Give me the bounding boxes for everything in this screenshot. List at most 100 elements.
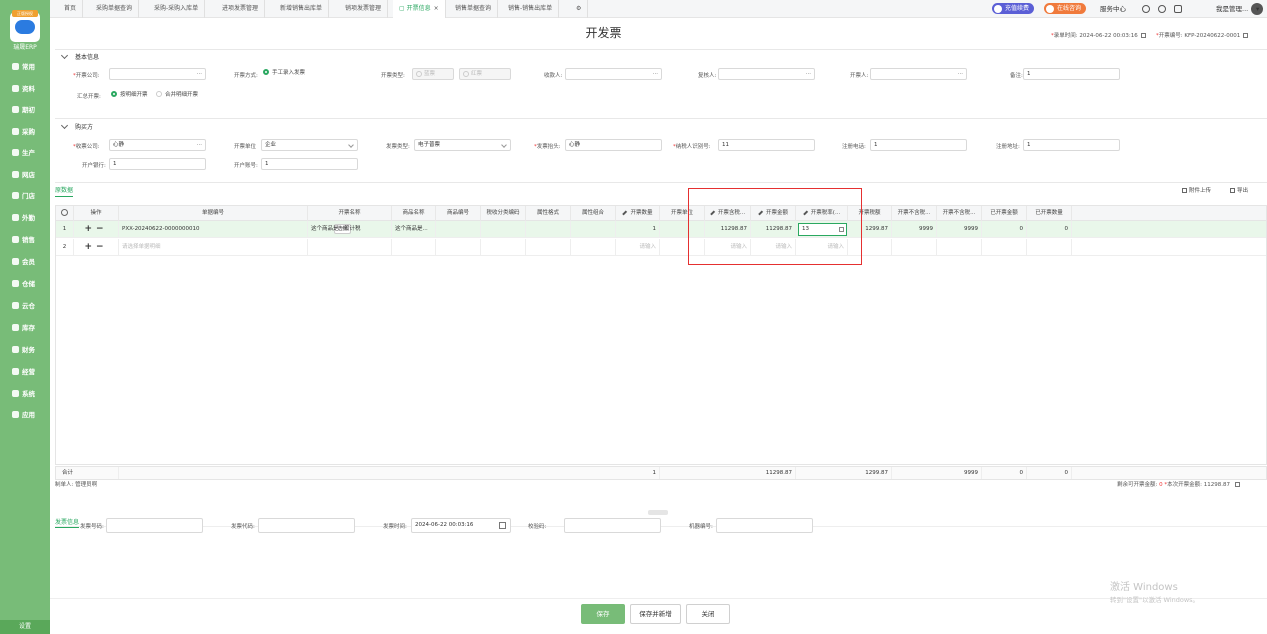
tab-input-invoice[interactable]: 进项发票管理 bbox=[216, 0, 266, 18]
bank-input[interactable]: 1 bbox=[109, 158, 206, 170]
attachment-upload-button[interactable]: 附件上传 bbox=[1182, 186, 1211, 194]
sidebar-item-库存[interactable]: 库存 bbox=[0, 319, 50, 335]
tab-output-invoice[interactable]: 销项发票管理 bbox=[339, 0, 389, 18]
machine-number-input[interactable] bbox=[716, 518, 813, 533]
merge-radio-combined[interactable]: 合并明细开票 bbox=[156, 90, 198, 99]
add-row-icon[interactable]: + bbox=[84, 242, 96, 252]
sidebar-item-会员[interactable]: 会员 bbox=[0, 253, 50, 269]
tab-new-sales-outbound[interactable]: 新增销售出库单 bbox=[274, 0, 330, 18]
table-row[interactable]: 1 +− PXX-20240622-0000000010 选择 这个商品是一般计… bbox=[56, 221, 1266, 238]
tax-rate-cell[interactable]: 请输入 bbox=[796, 239, 848, 256]
remark-input[interactable]: 1 bbox=[1023, 68, 1120, 80]
check-code-input[interactable] bbox=[564, 518, 661, 533]
more-icon[interactable]: ··· bbox=[806, 69, 811, 79]
tab-purchase-inbound[interactable]: 采购-采购入库单 bbox=[148, 0, 206, 18]
recharge-button[interactable]: 充值续费 bbox=[992, 3, 1035, 14]
invoice-time-input[interactable]: 2024-06-22 00:03:16 bbox=[411, 518, 511, 533]
invoice-name-cell[interactable]: 这个商品是一般计税 bbox=[308, 221, 392, 238]
save-button[interactable]: 保存 bbox=[581, 604, 625, 624]
invoice-code-input[interactable] bbox=[258, 518, 355, 533]
sidebar-item-外勤[interactable]: 外勤 bbox=[0, 209, 50, 225]
sidebar-item-应用[interactable]: 应用 bbox=[0, 406, 50, 422]
sidebar-item-常用[interactable]: 常用 bbox=[0, 58, 50, 74]
phone-input[interactable]: 1 bbox=[870, 139, 967, 151]
online-consult-button[interactable]: 在线咨询 bbox=[1044, 3, 1087, 14]
sidebar-item-期初[interactable]: 期初 bbox=[0, 101, 50, 117]
merge-radio-by-detail[interactable]: 按明细开票 bbox=[111, 90, 148, 99]
tax-id-input[interactable]: 11 bbox=[718, 139, 815, 151]
calendar-icon[interactable] bbox=[499, 522, 506, 529]
invoice-name-cell[interactable] bbox=[308, 239, 392, 256]
user-menu[interactable]: 我是管理... bbox=[1216, 0, 1248, 18]
tab-sales-query[interactable]: 销售单据查询 bbox=[449, 0, 499, 18]
app-logo[interactable]: 正版授权 bbox=[10, 10, 40, 42]
sidebar-item-云仓[interactable]: 云仓 bbox=[0, 297, 50, 313]
doc-no-cell[interactable]: 请选择单据明细 bbox=[119, 239, 308, 256]
incl-tax-price-cell[interactable]: 请输入 bbox=[705, 239, 751, 256]
invoice-header-input[interactable]: 心静 bbox=[565, 139, 662, 151]
more-icon[interactable]: ··· bbox=[958, 69, 963, 79]
type-radio-red[interactable]: 红票 bbox=[459, 68, 511, 80]
incl-tax-price-cell[interactable]: 11298.87 bbox=[705, 221, 751, 238]
sidebar-item-财务[interactable]: 财务 bbox=[0, 341, 50, 357]
more-icon[interactable]: ··· bbox=[653, 69, 658, 79]
sidebar-item-门店[interactable]: 门店 bbox=[0, 187, 50, 203]
panel-splitter[interactable] bbox=[648, 510, 668, 515]
invoice-number-input[interactable] bbox=[106, 518, 203, 533]
close-icon[interactable]: × bbox=[434, 5, 439, 12]
more-icon[interactable]: ··· bbox=[197, 140, 202, 150]
sidebar-item-采购[interactable]: 采购 bbox=[0, 123, 50, 139]
drawer-input[interactable]: ··· bbox=[870, 68, 967, 80]
payee-input[interactable]: ··· bbox=[565, 68, 662, 80]
tab-home[interactable]: 首页 bbox=[58, 0, 84, 18]
address-input[interactable]: 1 bbox=[1023, 139, 1120, 151]
export-button[interactable]: 导出 bbox=[1230, 186, 1248, 194]
chevron-down-icon[interactable]: ▾ bbox=[1256, 0, 1259, 18]
service-center-link[interactable]: 服务中心 bbox=[1100, 0, 1126, 18]
edit-icon[interactable] bbox=[1243, 33, 1249, 38]
tab-source-data[interactable]: 原数据 bbox=[55, 185, 74, 197]
calculator-icon[interactable] bbox=[839, 227, 844, 232]
remove-row-icon[interactable]: − bbox=[96, 242, 108, 252]
edit-icon[interactable] bbox=[1234, 482, 1240, 487]
type-radio-blue[interactable]: 蓝票 bbox=[412, 68, 454, 80]
add-row-icon[interactable]: + bbox=[84, 224, 96, 234]
tab-menu[interactable]: ⚙ bbox=[570, 0, 589, 18]
amount-cell[interactable]: 11298.87 bbox=[751, 221, 796, 238]
save-and-new-button[interactable]: 保存并新增 bbox=[630, 604, 681, 624]
basic-info-section[interactable]: 基本信息 bbox=[60, 51, 99, 61]
bell-icon[interactable] bbox=[1174, 5, 1182, 13]
doc-no-cell[interactable]: PXX-20240622-0000000010 bbox=[119, 221, 308, 238]
sidebar-item-经营[interactable]: 经营 bbox=[0, 363, 50, 379]
column-settings[interactable] bbox=[56, 206, 74, 221]
sidebar-item-资料[interactable]: 资料 bbox=[0, 80, 50, 96]
receiver-company-input[interactable]: 心静 ··· bbox=[109, 139, 206, 151]
invoice-type-select[interactable]: 电子普票 bbox=[414, 139, 511, 151]
sidebar-item-仓储[interactable]: 仓储 bbox=[0, 275, 50, 291]
qty-cell[interactable]: 1 bbox=[616, 221, 660, 238]
sidebar-item-网店[interactable]: 网店 bbox=[0, 166, 50, 182]
more-icon[interactable]: ··· bbox=[197, 69, 202, 79]
tab-purchase-query[interactable]: 采购单据查询 bbox=[90, 0, 140, 18]
tab-invoice-info[interactable]: ▢ 开票信息 × bbox=[393, 0, 446, 18]
remove-row-icon[interactable]: − bbox=[96, 224, 108, 234]
tab-sales-outbound[interactable]: 销售-销售出库单 bbox=[502, 0, 560, 18]
account-input[interactable]: 1 bbox=[261, 158, 358, 170]
table-row[interactable]: 2 +− 请选择单据明细 请输入 请输入 请输入 请输入 bbox=[56, 239, 1266, 256]
issuer-company-input[interactable]: ··· bbox=[109, 68, 206, 80]
close-button[interactable]: 关闭 bbox=[686, 604, 730, 624]
reviewer-input[interactable]: ··· bbox=[718, 68, 815, 80]
unit-select[interactable]: 企业 bbox=[261, 139, 358, 151]
amount-cell[interactable]: 请输入 bbox=[751, 239, 796, 256]
sidebar-item-生产[interactable]: 生产 bbox=[0, 144, 50, 160]
method-radio-manual[interactable]: 手工录入发票 bbox=[263, 68, 305, 77]
tax-rate-input[interactable]: 13 bbox=[798, 223, 847, 236]
search-icon[interactable] bbox=[1158, 5, 1166, 13]
qty-cell[interactable]: 请输入 bbox=[616, 239, 660, 256]
buyer-section[interactable]: 购买方 bbox=[60, 121, 93, 131]
cloud-sync-icon[interactable] bbox=[1142, 5, 1150, 13]
settings-button[interactable]: 设置 bbox=[0, 620, 50, 634]
edit-icon[interactable] bbox=[1140, 33, 1146, 38]
sidebar-item-销售[interactable]: 销售 bbox=[0, 231, 50, 247]
sidebar-item-系统[interactable]: 系统 bbox=[0, 385, 50, 401]
